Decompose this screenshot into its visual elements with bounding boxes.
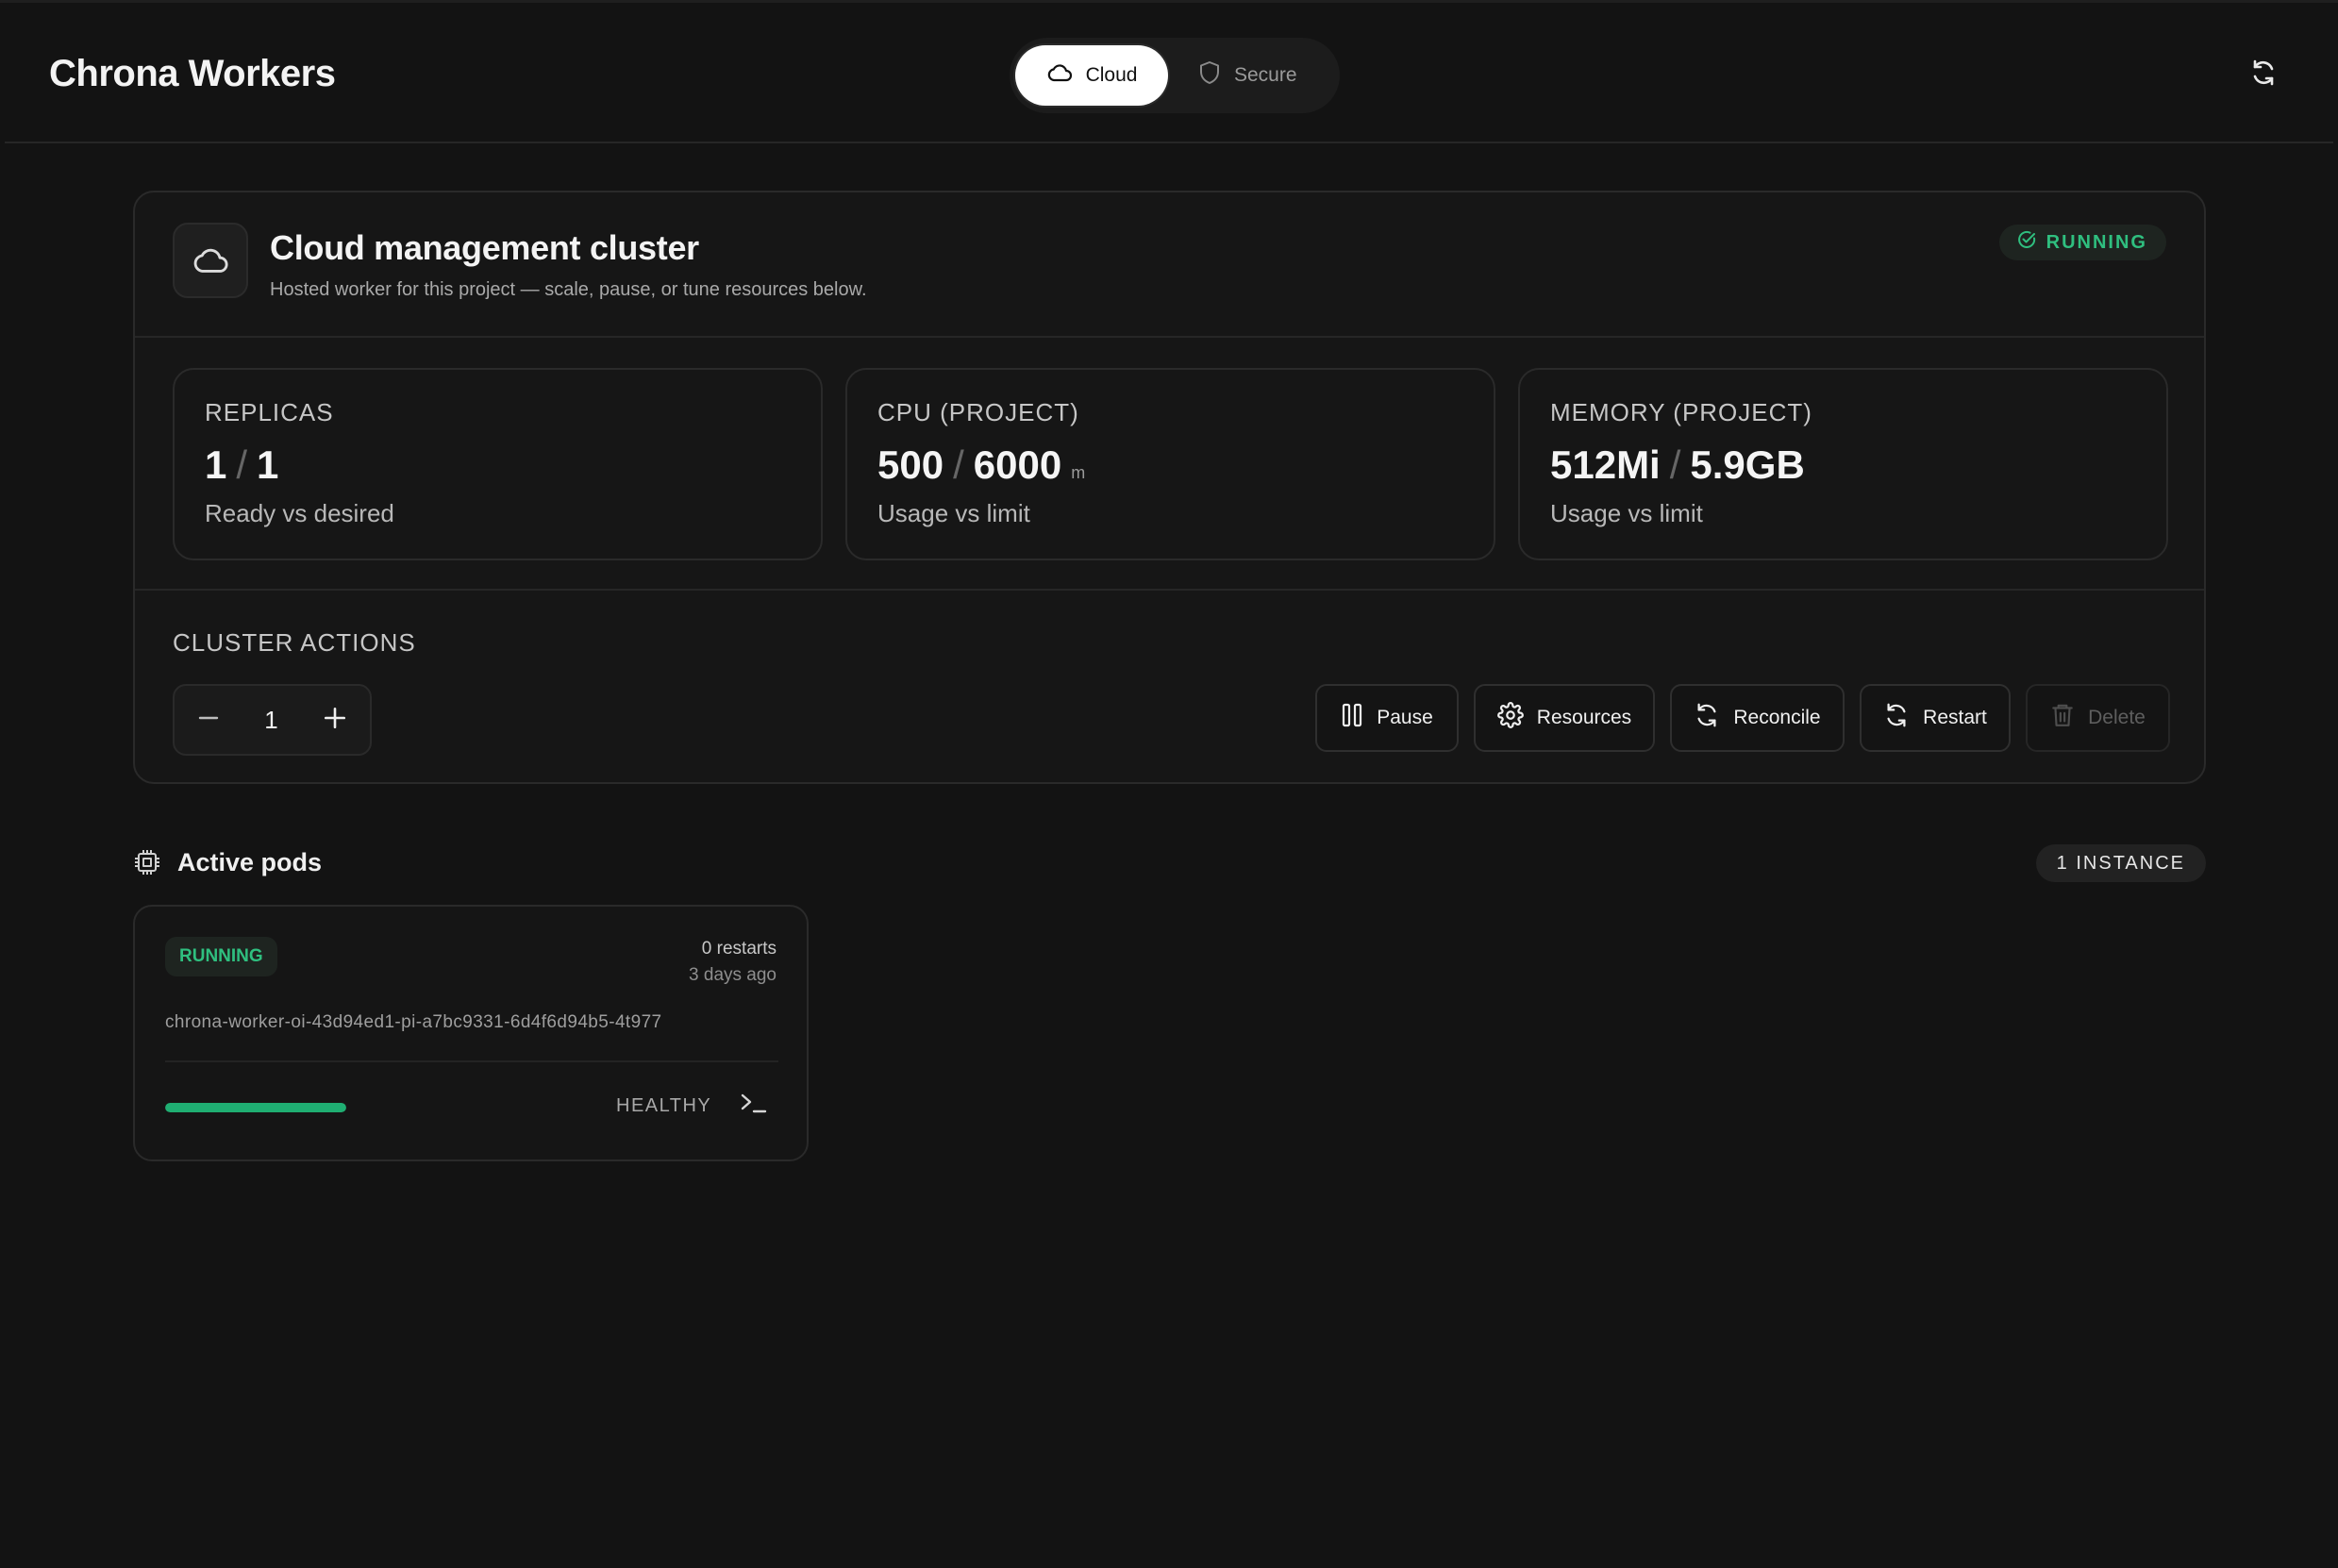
app-window: Chrona Workers Cloud Secure Cloud manage…: [0, 0, 2338, 1568]
health-bar: [165, 1103, 346, 1112]
mode-secure-label: Secure: [1234, 64, 1297, 86]
replica-stepper: 1: [173, 684, 372, 756]
mode-toggle: Cloud Secure: [1010, 38, 1340, 113]
stat-current: 512Mi: [1550, 442, 1661, 487]
stat-unit: m: [1071, 463, 1086, 482]
replica-count[interactable]: 1: [264, 706, 277, 735]
stat-label: REPLICAS: [205, 398, 334, 426]
divider: [165, 1060, 778, 1062]
instance-count-badge: 1 INSTANCE: [2035, 844, 2206, 882]
stat-cpu: CPU (PROJECT) 500 / 6000 m Usage vs limi…: [845, 368, 1495, 560]
shield-icon: [1198, 60, 1221, 91]
stat-memory: MEMORY (PROJECT) 512Mi / 5.9GB Usage vs …: [1518, 368, 2168, 560]
pod-age: 3 days ago: [689, 965, 777, 985]
actions-label: CLUSTER ACTIONS: [173, 628, 416, 657]
stat-replicas: REPLICAS 1 / 1 Ready vs desired: [173, 368, 823, 560]
pause-label: Pause: [1377, 707, 1433, 728]
app-title: Chrona Workers: [49, 53, 336, 94]
stat-description: Usage vs limit: [877, 499, 1030, 527]
status-text: RUNNING: [2046, 231, 2147, 253]
increment-button[interactable]: [323, 706, 347, 735]
cloud-icon: [1046, 62, 1073, 89]
pods-header: Active pods 1 INSTANCE: [133, 842, 2206, 882]
restart-label: Restart: [1923, 707, 1987, 728]
trash-icon: [2050, 702, 2075, 734]
pod-card[interactable]: RUNNING 0 restarts 3 days ago chrona-wor…: [133, 905, 809, 1161]
restart-button[interactable]: Restart: [1860, 684, 2011, 752]
stat-separator: /: [236, 442, 248, 487]
health-bar-fill: [165, 1103, 346, 1112]
refresh-icon: [1694, 702, 1720, 734]
stat-separator: /: [1669, 442, 1681, 487]
pods-title: Active pods: [177, 848, 323, 876]
mode-cloud-label: Cloud: [1085, 64, 1138, 86]
pause-button[interactable]: Pause: [1315, 684, 1459, 752]
reconcile-label: Reconcile: [1733, 707, 1821, 728]
stat-separator: /: [953, 442, 964, 487]
refresh-icon: [1883, 702, 1910, 734]
decrement-button[interactable]: [197, 707, 220, 734]
stat-label: MEMORY (PROJECT): [1550, 398, 1812, 426]
cluster-subtitle: Hosted worker for this project — scale, …: [270, 279, 867, 300]
stat-label: CPU (PROJECT): [877, 398, 1079, 426]
mode-cloud-button[interactable]: Cloud: [1015, 45, 1168, 106]
cluster-header: Cloud management cluster Hosted worker f…: [135, 192, 2204, 338]
cluster-actions: CLUSTER ACTIONS 1 Pause Resources Reconc…: [135, 589, 2204, 786]
cpu-chip-icon: [133, 848, 161, 881]
plus-icon: [324, 707, 346, 728]
stat-current: 1: [205, 442, 227, 487]
stat-description: Usage vs limit: [1550, 499, 1703, 527]
stat-value: 500 / 6000 m: [877, 442, 1463, 488]
stat-value: 1 / 1: [205, 442, 791, 488]
minus-icon: [198, 716, 219, 719]
health-label: HEALTHY: [616, 1095, 712, 1116]
mode-secure-button[interactable]: Secure: [1198, 45, 1330, 106]
stats-row: REPLICAS 1 / 1 Ready vs desired CPU (PRO…: [173, 368, 2169, 560]
stat-value: 512Mi / 5.9GB: [1550, 442, 2136, 488]
status-badge: RUNNING: [1998, 225, 2166, 260]
pod-restarts: 0 restarts: [701, 939, 777, 959]
pod-status-badge: RUNNING: [165, 937, 277, 976]
cluster-card: Cloud management cluster Hosted worker f…: [133, 191, 2206, 784]
pod-name: chrona-worker-oi-43d94ed1-pi-a7bc9331-6d…: [165, 1012, 662, 1032]
resources-label: Resources: [1536, 707, 1632, 728]
pause-icon: [1341, 702, 1363, 734]
cloud-icon: [173, 223, 248, 298]
reconcile-button[interactable]: Reconcile: [1670, 684, 1845, 752]
refresh-icon: [2249, 58, 2278, 92]
delete-button[interactable]: Delete: [2026, 684, 2170, 752]
cluster-title: Cloud management cluster: [270, 228, 699, 267]
stat-limit: 1: [257, 442, 279, 487]
resources-button[interactable]: Resources: [1474, 684, 1655, 752]
delete-label: Delete: [2088, 707, 2146, 728]
gear-icon: [1496, 702, 1524, 734]
stat-description: Ready vs desired: [205, 499, 394, 527]
refresh-button[interactable]: [2246, 58, 2280, 92]
top-bar: Chrona Workers Cloud Secure: [5, 6, 2333, 143]
check-circle-icon: [2016, 229, 2037, 256]
stat-current: 500: [877, 442, 944, 487]
terminal-button[interactable]: [739, 1090, 769, 1120]
stat-limit: 6000: [973, 442, 1062, 487]
stat-limit: 5.9GB: [1690, 442, 1805, 487]
terminal-icon: [740, 1091, 768, 1120]
